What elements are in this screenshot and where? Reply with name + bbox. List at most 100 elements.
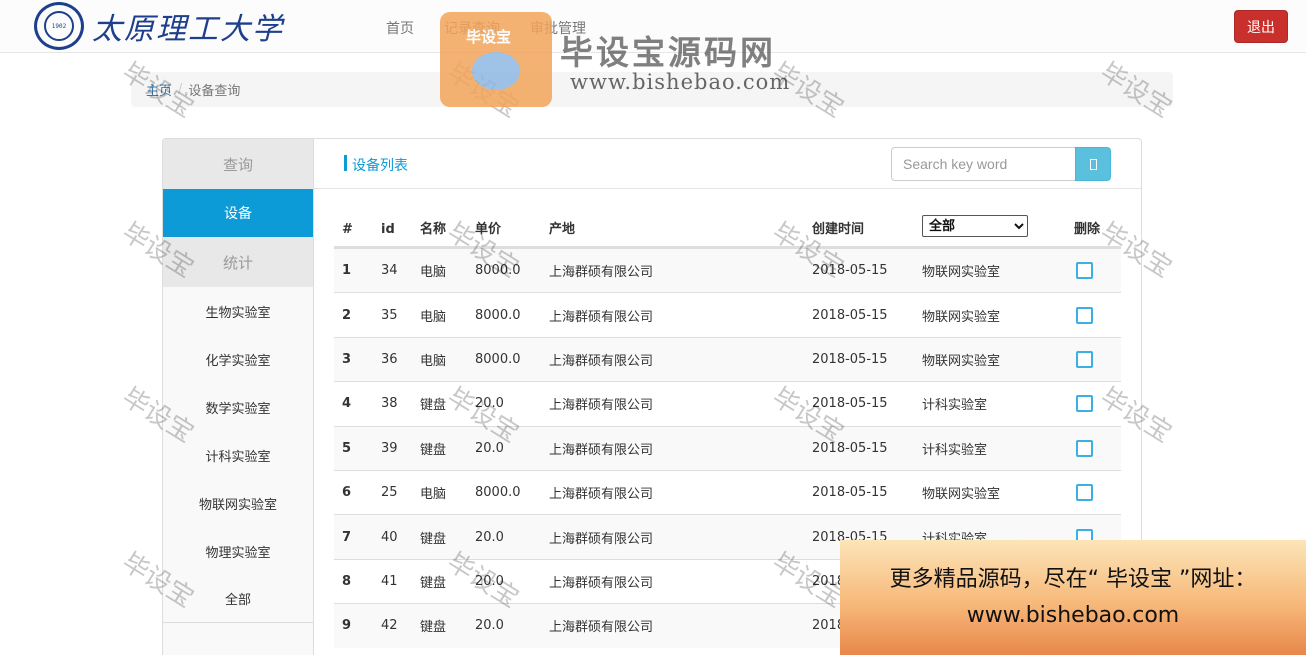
row-lab: 物联网实验室 [922,309,1001,325]
row-lab: 物联网实验室 [922,265,1001,281]
sidebar-item-biology-lab[interactable]: 生物实验室 [163,287,313,335]
search-icon [1089,158,1097,170]
search-input[interactable] [891,147,1076,181]
row-origin: 上海群硕有限公司 [549,531,654,547]
delete-checkbox[interactable] [1076,306,1093,324]
table-header: # id 名称 单价 产地 创建时间 全部 删除 [334,211,1121,248]
logout-button[interactable]: 退出 [1234,10,1288,43]
nav-records[interactable]: 记录查询 [444,18,500,38]
row-delete-cell [1074,471,1093,514]
delete-checkbox[interactable] [1076,350,1093,368]
table-row: 1 34 电脑 8000.0 上海群硕有限公司 2018-05-15 物联网实验室 [334,248,1121,293]
row-index: 2 [342,307,352,323]
sidebar-item-physics-lab[interactable]: 物理实验室 [163,527,313,575]
col-origin: 产地 [549,222,576,237]
row-id: 42 [381,618,398,634]
table-row: 5 39 键盘 20.0 上海群硕有限公司 2018-05-15 计科实验室 [334,425,1121,470]
row-date: 2018-05-15 [812,396,888,412]
title-accent-bar [344,155,347,171]
row-id: 34 [381,263,398,279]
row-price: 20.0 [475,529,504,545]
nav-home[interactable]: 首页 [386,18,414,38]
row-index: 6 [342,485,352,501]
row-lab: 计科实验室 [922,398,988,414]
row-index: 5 [342,440,352,456]
row-id: 40 [381,529,398,545]
row-price: 20.0 [475,573,504,589]
nav-approval[interactable]: 审批管理 [530,18,586,38]
row-delete-cell [1074,249,1093,292]
row-name: 电脑 [420,309,447,325]
row-origin: 上海群硕有限公司 [549,309,654,325]
sidebar-heading-stats: 统计 [163,237,313,287]
content-header: 设备列表 [314,139,1141,189]
sidebar-item-math-lab[interactable]: 数学实验室 [163,383,313,431]
row-price: 8000.0 [475,307,521,323]
delete-checkbox[interactable] [1076,395,1093,413]
sidebar-item-equipment[interactable]: 设备 [163,189,313,237]
sidebar-item-iot-lab[interactable]: 物联网实验室 [163,479,313,527]
row-id: 41 [381,573,398,589]
row-price: 8000.0 [475,351,521,367]
row-name: 键盘 [420,620,447,636]
table-row: 4 38 键盘 20.0 上海群硕有限公司 2018-05-15 计科实验室 [334,381,1121,425]
row-name: 键盘 [420,398,447,414]
top-navbar: 1902 太原理工大学 首页 记录查询 审批管理 退出 [0,0,1306,53]
row-index: 9 [342,618,352,634]
col-name: 名称 [420,222,447,237]
promo-line-1: 更多精品源码，尽在“ 毕设宝 ”网址： [889,566,1257,592]
row-name: 键盘 [420,575,447,591]
row-id: 35 [381,307,398,323]
row-price: 20.0 [475,440,504,456]
sidebar-item-chemistry-lab[interactable]: 化学实验室 [163,335,313,383]
row-price: 20.0 [475,396,504,412]
page-title: 设备列表 [352,158,408,174]
row-delete-cell [1074,427,1093,470]
row-origin: 上海群硕有限公司 [549,398,654,414]
logo-text: 太原理工大学 [92,12,284,47]
sidebar-item-all[interactable]: 全部 [163,575,313,623]
university-logo[interactable]: 1902 太原理工大学 [34,2,296,50]
row-id: 38 [381,396,398,412]
delete-checkbox[interactable] [1076,484,1093,502]
row-delete-cell [1074,382,1093,425]
col-date: 创建时间 [812,222,865,237]
breadcrumb-home[interactable]: 主页 [146,80,172,99]
row-lab: 计科实验室 [922,442,988,458]
row-name: 电脑 [420,265,447,281]
row-date: 2018-05-15 [812,307,888,323]
row-index: 3 [342,351,352,367]
sidebar-heading-query: 查询 [163,139,313,189]
row-origin: 上海群硕有限公司 [549,575,654,591]
row-origin: 上海群硕有限公司 [549,487,654,503]
lab-filter-select[interactable]: 全部 [922,215,1028,237]
search-button[interactable] [1075,147,1111,181]
row-date: 2018-05-15 [812,440,888,456]
row-date: 2018-05-15 [812,263,888,279]
row-delete-cell [1074,338,1093,381]
delete-checkbox[interactable] [1076,439,1093,457]
promo-line-2: www.bishebao.com [966,602,1180,628]
table-row: 2 35 电脑 8000.0 上海群硕有限公司 2018-05-15 物联网实验室 [334,292,1121,336]
col-lab-filter: 全部 [922,211,1028,246]
row-index: 4 [342,396,352,412]
table-row: 6 25 电脑 8000.0 上海群硕有限公司 2018-05-15 物联网实验室 [334,469,1121,514]
row-lab: 物联网实验室 [922,353,1001,369]
row-date: 2018-05-15 [812,485,888,501]
breadcrumb-separator: / [178,82,183,97]
col-id: id [381,222,395,237]
promo-banner[interactable]: 更多精品源码，尽在“ 毕设宝 ”网址： www.bishebao.com [840,540,1306,655]
col-index: # [342,222,353,237]
col-delete: 删除 [1074,222,1101,237]
row-price: 8000.0 [475,485,521,501]
breadcrumb: 主页 / 设备查询 [131,72,1173,107]
row-id: 25 [381,485,398,501]
delete-checkbox[interactable] [1076,262,1093,280]
university-seal-icon: 1902 [34,2,84,50]
sidebar: 查询 设备 统计 生物实验室 化学实验室 数学实验室 计科实验室 物联网实验室 … [163,139,314,655]
row-index: 8 [342,573,352,589]
row-id: 36 [381,351,398,367]
row-price: 20.0 [475,618,504,634]
sidebar-item-cs-lab[interactable]: 计科实验室 [163,431,313,479]
row-delete-cell [1074,293,1093,336]
